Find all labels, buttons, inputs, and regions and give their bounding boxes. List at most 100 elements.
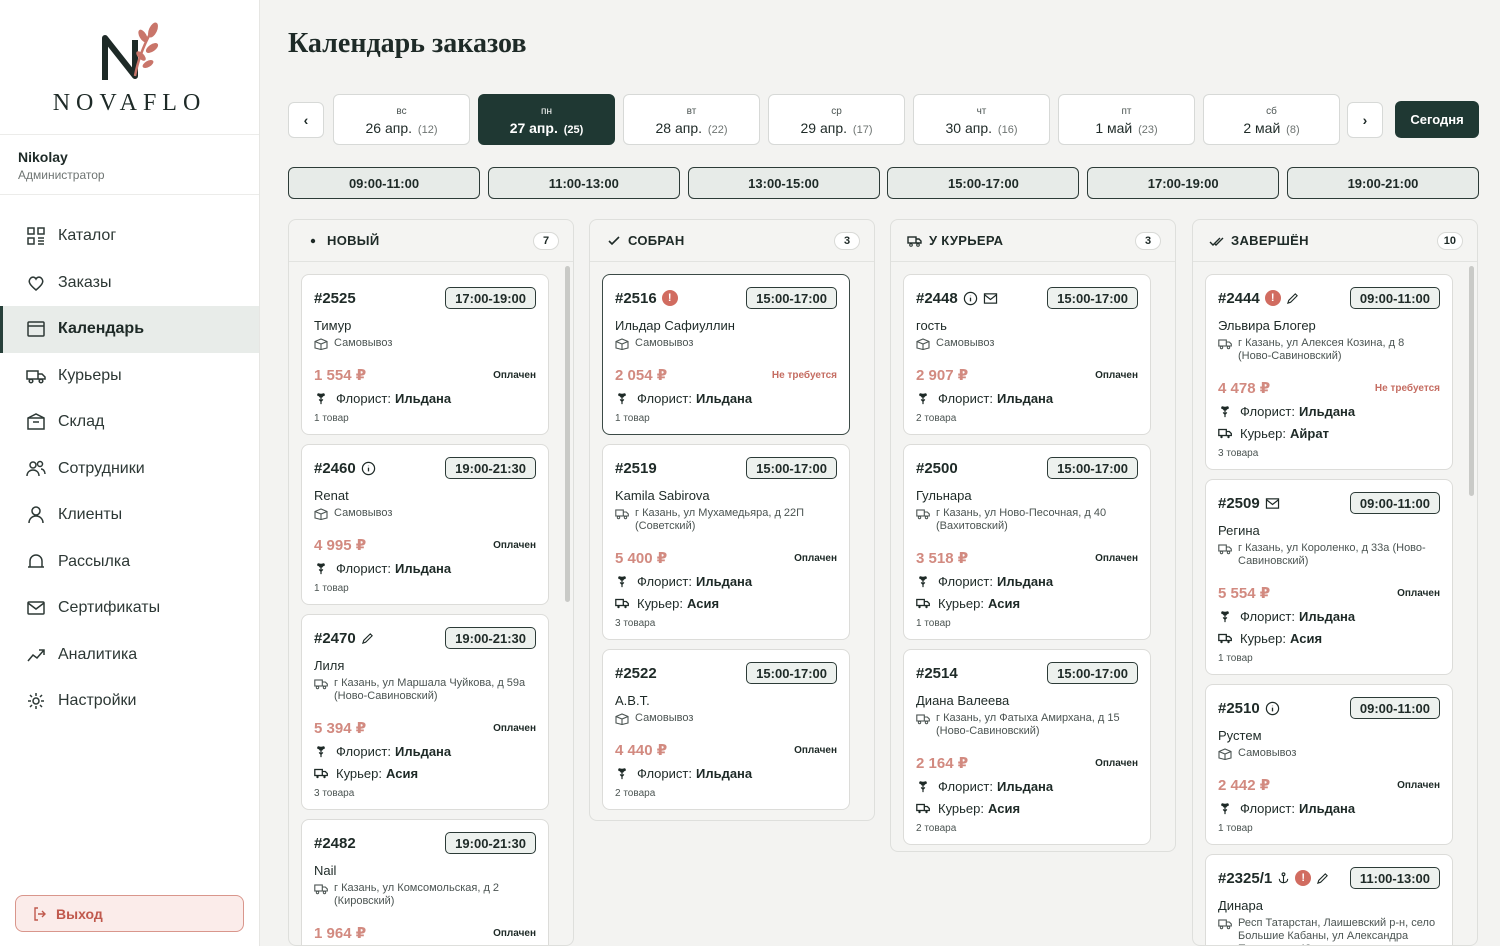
sidebar-item-10[interactable]: Настройки — [0, 678, 259, 725]
sidebar-item-7[interactable]: Рассылка — [0, 539, 259, 586]
customer-name: Nail — [314, 863, 337, 878]
customer-name: Лиля — [314, 658, 345, 673]
order-card[interactable]: #2448 15:00-17:00 гость Самовывоз 2 907 ₽ Опл… — [903, 274, 1151, 435]
order-number: #2510 — [1218, 699, 1260, 717]
day-tab[interactable]: пт 1 май (23) — [1058, 94, 1195, 145]
calendar-icon — [27, 321, 45, 337]
column-scrollbar[interactable] — [565, 266, 570, 602]
florist-row: Флорист: Ильдана — [314, 744, 536, 759]
edit-icon[interactable] — [361, 632, 374, 645]
customer-name: гость — [916, 318, 947, 333]
item-count: 1 товар — [1218, 823, 1253, 834]
customer-name: Диана Валеева — [916, 693, 1010, 708]
sidebar-item-8[interactable]: Сертификаты — [0, 585, 259, 632]
day-tab[interactable]: сб 2 май (8) — [1203, 94, 1340, 145]
day-tab[interactable]: ср 29 апр. (17) — [768, 94, 905, 145]
florist-flower-icon — [317, 563, 325, 575]
address-text: Самовывоз — [936, 337, 995, 349]
delivery-truck-icon — [314, 884, 328, 895]
florist-name: Ильдана — [1298, 801, 1356, 816]
box-icon — [27, 413, 45, 430]
item-count: 1 товар — [615, 413, 650, 424]
sidebar-item-5[interactable]: Сотрудники — [0, 446, 259, 493]
truck-icon — [26, 370, 46, 384]
sidebar-item-6[interactable]: Клиенты — [0, 492, 259, 539]
order-card[interactable]: #2500 15:00-17:00 Гульнара г Казань, ул Нов… — [903, 444, 1151, 640]
order-card[interactable]: #2514 15:00-17:00 Диана Валеева г Казань, у… — [903, 649, 1151, 845]
time-slot-button[interactable]: 09:00-11:00 — [288, 167, 480, 199]
day-of-week: ср — [831, 106, 842, 117]
column-title: У КУРЬЕРА — [929, 233, 1004, 248]
today-button[interactable]: Сегодня — [1395, 101, 1479, 138]
order-card[interactable]: #2470 19:00-21:30 Лиля г Казань, ул Маршала… — [301, 614, 549, 810]
order-number: #2509 — [1218, 494, 1260, 512]
sidebar-item-3[interactable]: Курьеры — [0, 353, 259, 400]
payment-status: Оплачен — [1095, 757, 1138, 769]
delivery-time: 15:00-17:00 — [746, 287, 837, 309]
florist-label: Флорист: — [336, 561, 391, 576]
logo[interactable]: NOVAFLO — [0, 0, 259, 135]
check-icon — [608, 235, 620, 245]
courier-truck-icon — [1218, 428, 1232, 439]
order-card[interactable]: #2522 15:00-17:00 А.В.Т. Самовывоз 4 440 ₽ Оп… — [602, 649, 850, 810]
status-column: ЗАВЕРШЁН 10 #2444! 09:00-11:00 Эльвира Блоге… — [1192, 219, 1478, 946]
day-tab[interactable]: пн 27 апр. (25) — [478, 94, 615, 145]
order-card[interactable]: #2516! 15:00-17:00 Ильдар Сафиуллин Самовыв… — [602, 274, 850, 435]
delivery-time: 15:00-17:00 — [1047, 287, 1138, 309]
courier-label: Курьер: — [938, 801, 985, 816]
order-card[interactable]: #2444! 09:00-11:00 Эльвира Блогер г Казань,… — [1205, 274, 1453, 470]
sidebar-item-1[interactable]: Заказы — [0, 260, 259, 307]
sidebar-item-label: Настройки — [58, 692, 137, 710]
prev-day-button[interactable]: ‹ — [288, 102, 324, 138]
order-card[interactable]: #2509 09:00-11:00 Регина г Казань, ул Корол… — [1205, 479, 1453, 675]
florist-label: Флорист: — [637, 766, 692, 781]
time-slot-button[interactable]: 19:00-21:00 — [1287, 167, 1479, 199]
sidebar-item-2[interactable]: Календарь — [0, 306, 259, 353]
delivery-address: Самовывоз — [615, 337, 837, 350]
florist-flower-icon — [1221, 803, 1229, 815]
courier-row: Курьер: Айрат — [1218, 426, 1440, 441]
order-card[interactable]: #2510 09:00-11:00 Рустем Самовывоз 2 442 ₽ Оп… — [1205, 684, 1453, 845]
day-date: 27 апр. — [509, 120, 558, 136]
day-tab[interactable]: чт 30 апр. (16) — [913, 94, 1050, 145]
courier-name: Асия — [1290, 631, 1323, 646]
payment-status: Оплачен — [794, 552, 837, 564]
florist-label: Флорист: — [938, 779, 993, 794]
order-card[interactable]: #2482 19:00-21:30 Nail г Казань, ул Комсомо… — [301, 819, 549, 945]
sidebar-item-label: Курьеры — [58, 366, 122, 384]
order-card[interactable]: #2519 15:00-17:00 Kamila Sabirova г Казань,… — [602, 444, 850, 640]
florist-name: Ильдана — [394, 744, 452, 759]
order-number: #2448 — [916, 289, 958, 307]
sidebar-item-9[interactable]: Аналитика — [0, 632, 259, 679]
courier-name: Асия — [988, 596, 1021, 611]
delivery-truck-icon — [615, 509, 629, 520]
column-scrollbar[interactable] — [1469, 266, 1474, 496]
address-text: г Казань, ул Ново-Песочная, д 40 (Вахито… — [936, 507, 1107, 532]
florist-row: Флорист: Ильдана — [615, 766, 837, 781]
next-day-button[interactable]: › — [1347, 102, 1383, 138]
day-of-week: вт — [686, 106, 697, 117]
address-text: г Казань, ул Мухамедьяра, д 22П (Советск… — [635, 507, 805, 532]
florist-flower-icon — [919, 781, 927, 793]
edit-icon[interactable] — [1286, 292, 1299, 305]
sidebar-item-0[interactable]: Каталог — [0, 213, 259, 260]
edit-icon[interactable] — [1316, 872, 1329, 885]
courier-label: Курьер: — [1240, 426, 1287, 441]
day-tab[interactable]: вс 26 апр. (12) — [333, 94, 470, 145]
sidebar-item-4[interactable]: Склад — [0, 399, 259, 446]
time-slot-button[interactable]: 15:00-17:00 — [887, 167, 1080, 199]
time-slot-button[interactable]: 13:00-15:00 — [687, 167, 880, 199]
day-of-week: сб — [1266, 106, 1277, 117]
gear-icon — [28, 693, 44, 710]
day-tab[interactable]: вт 28 апр. (22) — [623, 94, 760, 145]
order-card[interactable]: #2325/1! 11:00-13:00 Динара Респ Татарстан,… — [1205, 854, 1453, 945]
time-slot-button[interactable]: 11:00-13:00 — [487, 167, 680, 199]
payment-status: Оплачен — [794, 744, 837, 756]
column-header: СОБРАН 3 — [590, 220, 874, 262]
logout-button[interactable]: Выход — [15, 895, 244, 932]
pickup-box-icon — [1218, 748, 1232, 760]
order-card[interactable]: #2460 19:00-21:30 Renat Самовывоз 4 995 ₽ Опл… — [301, 444, 549, 605]
order-card[interactable]: #2525 17:00-19:00 Тимур Самовывоз 1 554 ₽ Опл… — [301, 274, 549, 435]
time-slot-button[interactable]: 17:00-19:00 — [1087, 167, 1280, 199]
mail-icon — [1265, 497, 1279, 509]
